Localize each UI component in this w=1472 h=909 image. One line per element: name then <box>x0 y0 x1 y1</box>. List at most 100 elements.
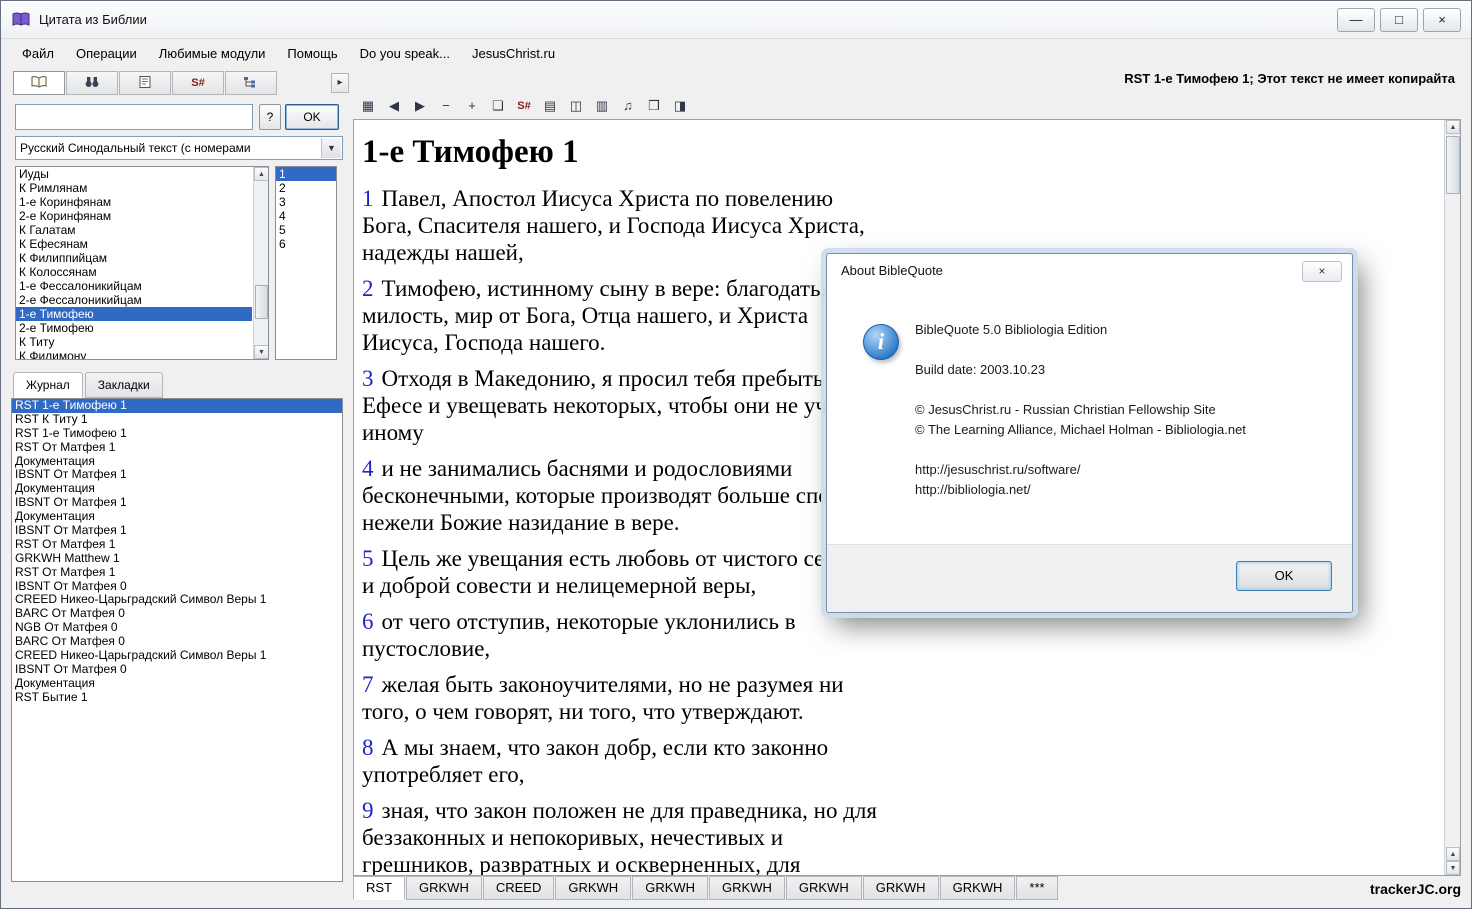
book-item[interactable]: К Филиппийцам <box>16 251 252 265</box>
journal-item[interactable]: IBSNT От Матфея 1 <box>12 468 342 482</box>
verse-number[interactable]: 9 <box>362 798 374 823</box>
chapter-item[interactable]: 2 <box>276 181 336 195</box>
module-tab[interactable]: RST <box>353 876 405 900</box>
scroll-thumb[interactable] <box>1446 136 1460 194</box>
chapter-item[interactable]: 5 <box>276 223 336 237</box>
menu-item[interactable]: Помощь <box>276 42 348 65</box>
journal-item[interactable]: RST От Матфея 1 <box>12 441 342 455</box>
scroll-up-icon[interactable]: ▲ <box>254 167 269 181</box>
book-item[interactable]: 2-е Фессалоникийцам <box>16 293 252 307</box>
help-button[interactable]: ? <box>259 104 281 130</box>
menu-item[interactable]: Файл <box>11 42 65 65</box>
journal-item[interactable]: RST Бытие 1 <box>12 691 342 705</box>
module-tab[interactable]: GRKWH <box>555 876 631 900</box>
verse-number[interactable]: 1 <box>362 186 374 211</box>
journal-item[interactable]: Документация <box>12 455 342 469</box>
journal-item[interactable]: RST 1-е Тимофею 1 <box>12 427 342 441</box>
book-item[interactable]: Иуды <box>16 167 252 181</box>
tab-books[interactable] <box>13 71 65 95</box>
journal-item[interactable]: BARC От Матфея 0 <box>12 607 342 621</box>
verse-number[interactable]: 4 <box>362 456 374 481</box>
journal-item[interactable]: BARC От Матфея 0 <box>12 635 342 649</box>
verse-number[interactable]: 6 <box>362 609 374 634</box>
tab-notes[interactable] <box>119 71 171 95</box>
verse-number[interactable]: 2 <box>362 276 374 301</box>
journal-item[interactable]: RST От Матфея 1 <box>12 566 342 580</box>
columns-icon[interactable]: ◨ <box>669 95 691 117</box>
chapter-item[interactable]: 1 <box>276 167 336 181</box>
book-item[interactable]: 1-е Тимофею <box>16 307 252 321</box>
module-tab[interactable]: GRKWH <box>786 876 862 900</box>
module-tab[interactable]: GRKWH <box>632 876 708 900</box>
main-scrollbar[interactable]: ▲ ▲ ▼ <box>1444 120 1460 875</box>
book-item[interactable]: К Римлянам <box>16 181 252 195</box>
scroll-thumb[interactable] <box>255 285 268 319</box>
dialog-close-button[interactable]: × <box>1302 261 1342 282</box>
journal-item[interactable]: CREED Никео-Царьградский Символ Веры 1 <box>12 593 342 607</box>
book-item[interactable]: К Титу <box>16 335 252 349</box>
chapter-item[interactable]: 4 <box>276 209 336 223</box>
audio-icon[interactable]: ♫ <box>617 95 639 117</box>
maximize-icon[interactable]: □ <box>1380 8 1418 32</box>
book-item[interactable]: 1-е Коринфянам <box>16 195 252 209</box>
tab-strongs[interactable]: S# <box>172 71 224 95</box>
minimize-icon[interactable]: — <box>1337 8 1375 32</box>
journal-item[interactable]: IBSNT От Матфея 0 <box>12 580 342 594</box>
text-icon[interactable]: ▤ <box>539 95 561 117</box>
forward-icon[interactable]: ▶ <box>409 95 431 117</box>
journal-item[interactable]: Документация <box>12 510 342 524</box>
journal-item[interactable]: Документация <box>12 677 342 691</box>
journal-item[interactable]: RST К Титу 1 <box>12 413 342 427</box>
scroll-up-icon[interactable]: ▲ <box>1446 847 1460 861</box>
strongs-icon[interactable]: S# <box>513 95 535 117</box>
module-tab[interactable]: GRKWH <box>940 876 1016 900</box>
tab-scroll-right-button[interactable]: ▸ <box>331 73 349 93</box>
menu-item[interactable]: Do you speak... <box>349 42 461 65</box>
dialog-ok-button[interactable]: OK <box>1236 561 1332 591</box>
menu-item[interactable]: Операции <box>65 42 148 65</box>
zoom-out-icon[interactable]: − <box>435 95 457 117</box>
print-preview-icon[interactable]: ◫ <box>565 95 587 117</box>
scroll-down-icon[interactable]: ▼ <box>254 345 269 359</box>
journal-item[interactable]: NGB От Матфея 0 <box>12 621 342 635</box>
tab-modules-tree[interactable] <box>225 71 277 95</box>
menu-item[interactable]: JesusChrist.ru <box>461 42 566 65</box>
journal-item[interactable]: Документация <box>12 482 342 496</box>
book-item[interactable]: 2-е Тимофею <box>16 321 252 335</box>
book-item[interactable]: К Ефесянам <box>16 237 252 251</box>
module-tab[interactable]: CREED <box>483 876 555 900</box>
journal-item[interactable]: IBSNT От Матфея 0 <box>12 663 342 677</box>
module-tab[interactable]: GRKWH <box>863 876 939 900</box>
verse-number[interactable]: 8 <box>362 735 374 760</box>
book-item[interactable]: 2-е Коринфянам <box>16 209 252 223</box>
tab-search[interactable] <box>66 71 118 95</box>
verse-number[interactable]: 7 <box>362 672 374 697</box>
book-item[interactable]: 1-е Фессалоникийцам <box>16 279 252 293</box>
url-line-1[interactable]: http://jesuschrist.ru/software/ <box>915 460 1335 480</box>
panel-tab[interactable]: Закладки <box>85 372 163 398</box>
module-tab[interactable]: GRKWH <box>709 876 785 900</box>
chapter-item[interactable]: 3 <box>276 195 336 209</box>
book-item[interactable]: К Филимону <box>16 349 252 360</box>
search-ok-button[interactable]: OK <box>285 104 339 130</box>
print-icon[interactable]: ▥ <box>591 95 613 117</box>
book-item[interactable]: К Галатам <box>16 223 252 237</box>
journal-item[interactable]: RST 1-е Тимофею 1 <box>12 399 342 413</box>
verse-number[interactable]: 5 <box>362 546 374 571</box>
book-item[interactable]: К Колоссянам <box>16 265 252 279</box>
translation-select[interactable]: Русский Синодальный текст (с номерами ▼ <box>15 136 343 160</box>
zoom-in-icon[interactable]: + <box>461 95 483 117</box>
menu-item[interactable]: Любимые модули <box>148 42 277 65</box>
close-icon[interactable]: × <box>1423 8 1461 32</box>
scroll-down-icon[interactable]: ▼ <box>1446 861 1460 875</box>
books-scrollbar[interactable]: ▲ ▼ <box>253 167 268 359</box>
search-input[interactable] <box>15 104 253 130</box>
journal-item[interactable]: GRKWH Matthew 1 <box>12 552 342 566</box>
scroll-up-icon[interactable]: ▲ <box>1446 120 1460 134</box>
copy-icon[interactable]: ❏ <box>487 95 509 117</box>
properties-icon[interactable]: ❒ <box>643 95 665 117</box>
module-tab[interactable]: GRKWH <box>406 876 482 900</box>
back-icon[interactable]: ◀ <box>383 95 405 117</box>
verse-number[interactable]: 3 <box>362 366 374 391</box>
journal-item[interactable]: IBSNT От Матфея 1 <box>12 524 342 538</box>
